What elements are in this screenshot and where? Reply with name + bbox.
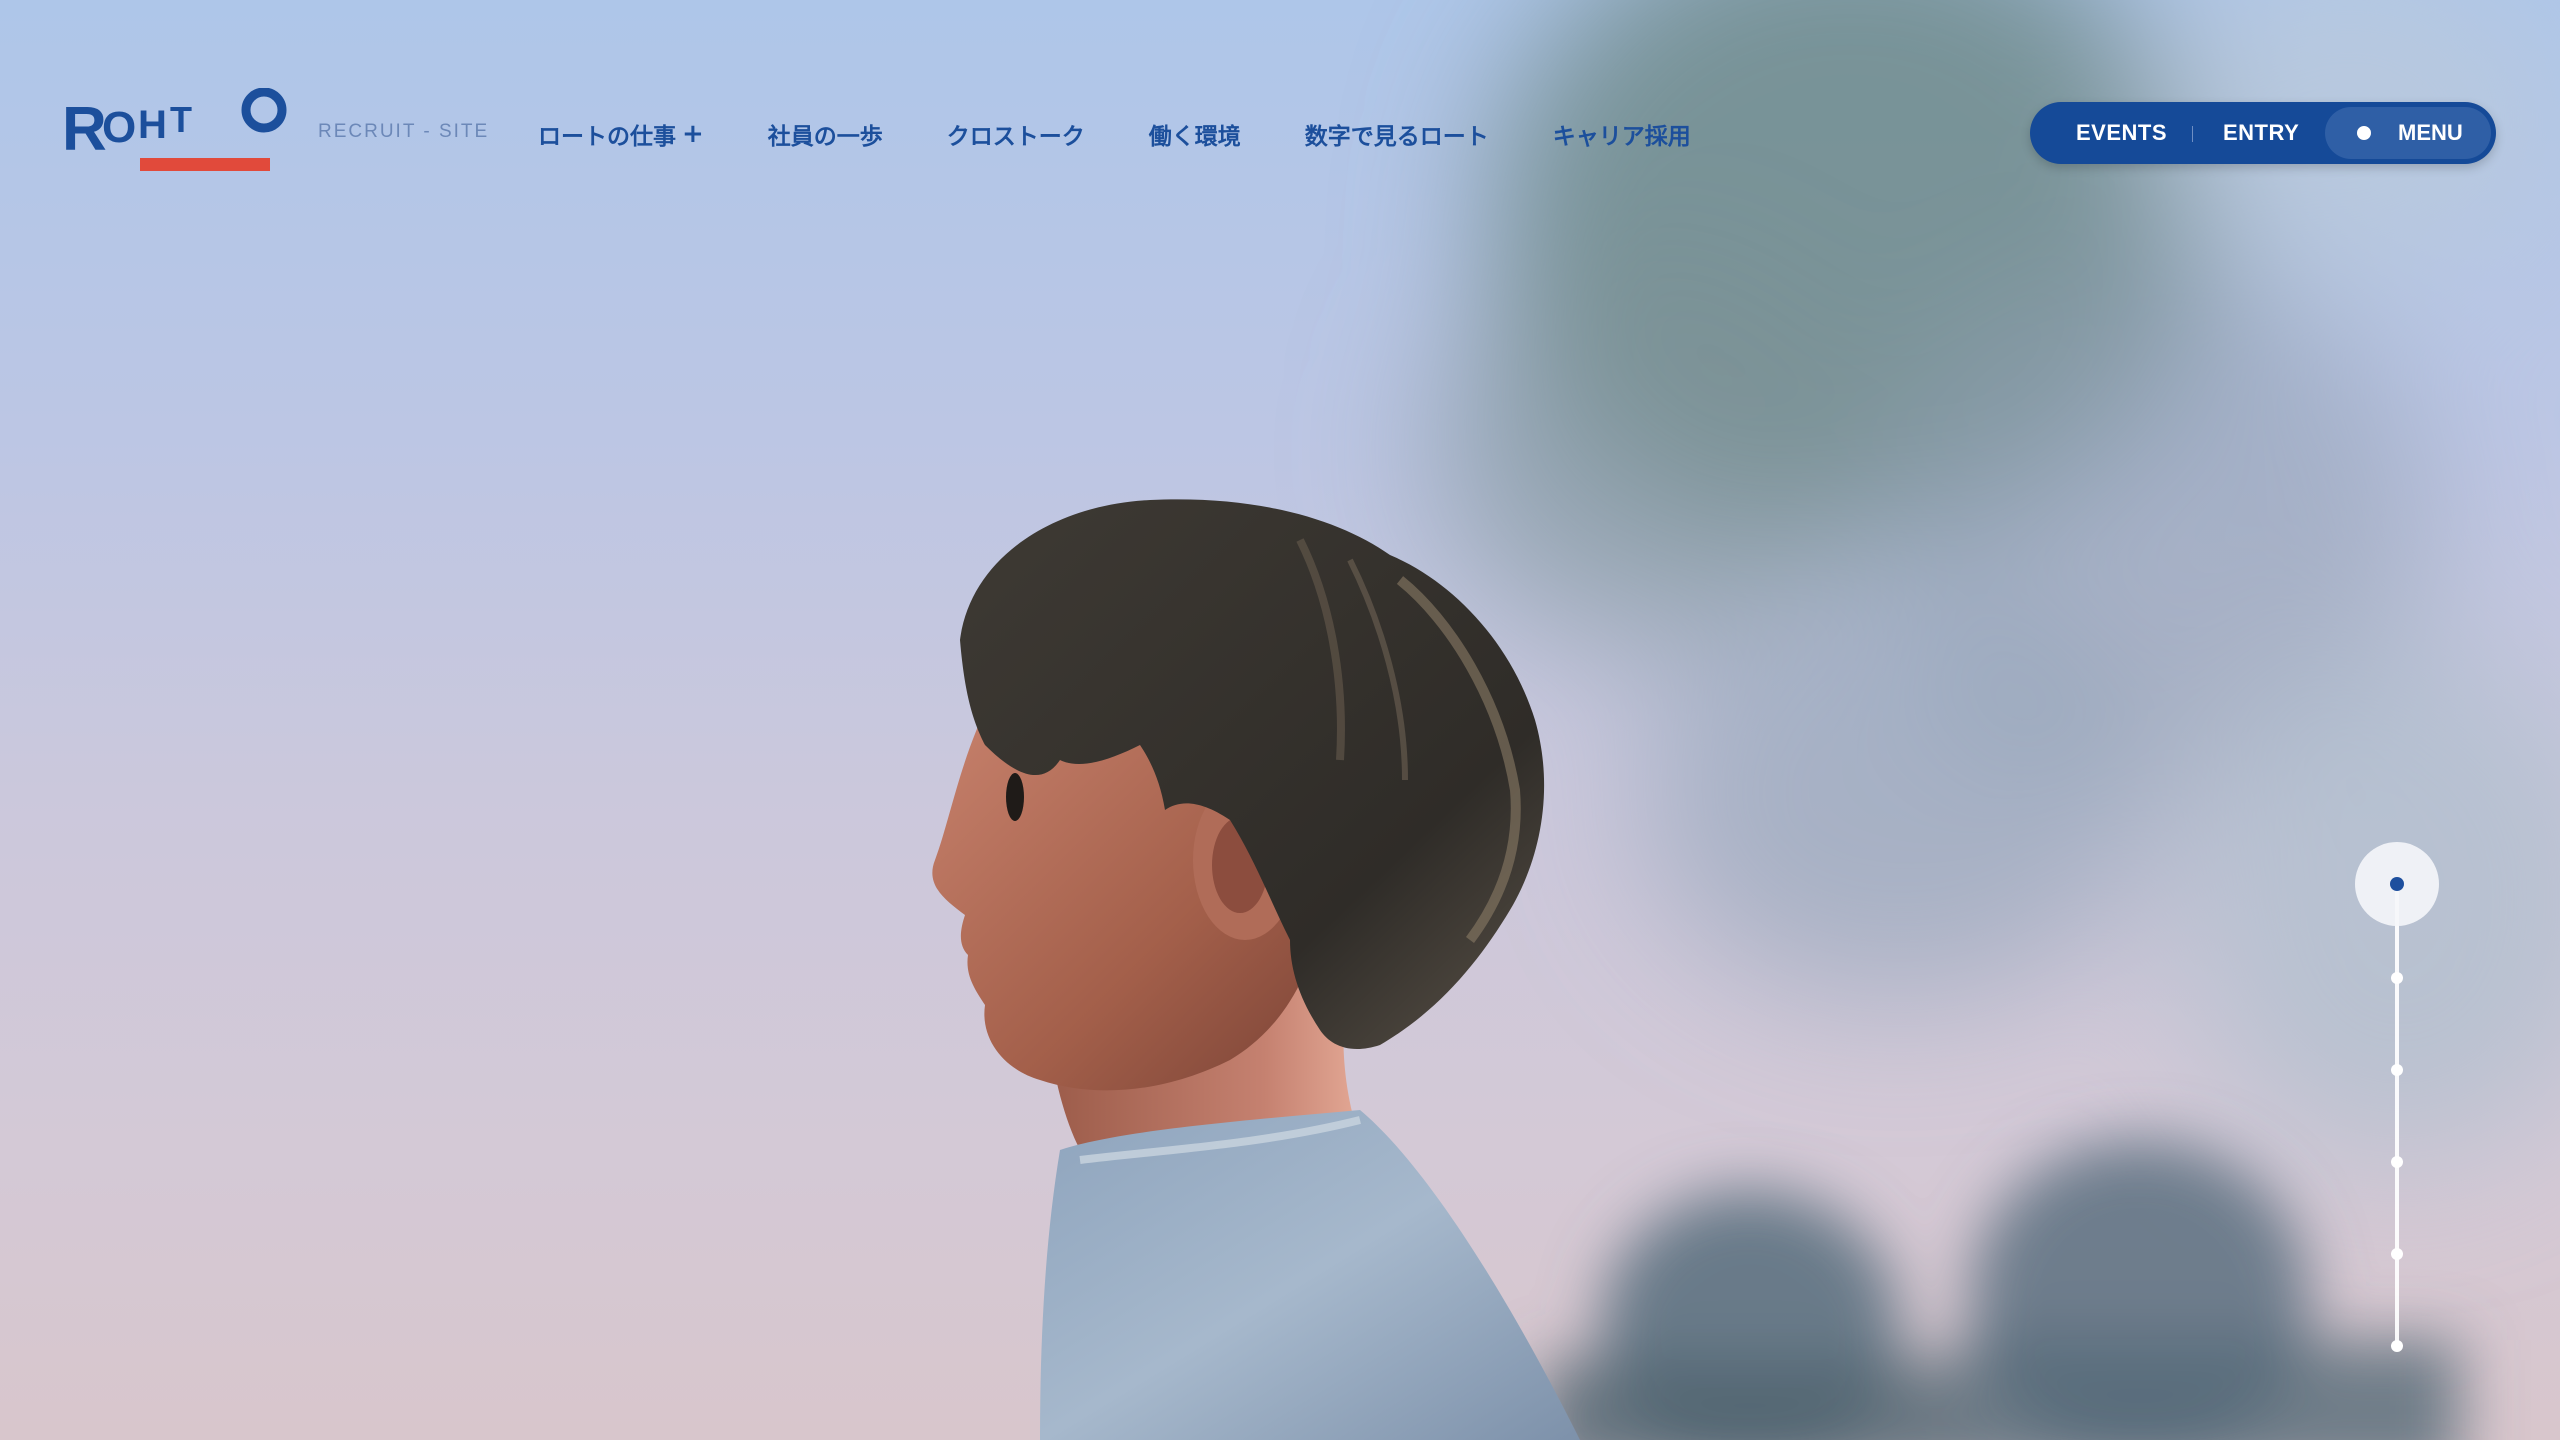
active-dot-icon: [2390, 877, 2404, 891]
nav-item-numbers[interactable]: 数字で見るロート: [1305, 117, 1489, 151]
svg-text:H: H: [138, 103, 167, 147]
indicator-track: [2395, 884, 2399, 1344]
nav-item-label: キャリア採用: [1552, 124, 1691, 150]
hero-visual: [0, 0, 2560, 1440]
slide-dot-3[interactable]: [2391, 1064, 2403, 1076]
menu-label: MENU: [2398, 120, 2463, 145]
slide-dot-active[interactable]: [2355, 842, 2439, 926]
slide-indicator: [2355, 842, 2439, 1362]
nav-item-rohto-work[interactable]: ロートの仕事 +: [538, 117, 704, 151]
nav-item-career-recruit[interactable]: キャリア採用: [1553, 117, 1691, 151]
svg-text:T: T: [170, 99, 192, 140]
hero-illustration: [932, 0, 2560, 1440]
dot-icon: [2357, 126, 2371, 140]
nav-item-cross-talk[interactable]: クロストーク: [947, 117, 1085, 151]
nav-item-label: ロートの仕事: [538, 124, 676, 150]
slide-dot-5[interactable]: [2391, 1248, 2403, 1260]
nav-item-employee-step[interactable]: 社員の一歩: [768, 117, 883, 151]
slide-dot-6[interactable]: [2391, 1340, 2403, 1352]
entry-button[interactable]: ENTRY: [2223, 120, 2299, 146]
recruit-site-label: RECRUIT - SITE: [318, 121, 490, 142]
svg-text:O: O: [102, 103, 136, 152]
rohto-logo[interactable]: R O H T: [62, 88, 294, 174]
header-actions: EVENTS ENTRY MENU: [2030, 102, 2496, 164]
nav-item-work-environment[interactable]: 働く環境: [1149, 117, 1241, 151]
nav-item-label: クロストーク: [946, 124, 1085, 150]
slide-dot-4[interactable]: [2391, 1156, 2403, 1168]
main-nav: ロートの仕事 + 社員の一歩 クロストーク 働く環境 数字で見るロート キャリア…: [538, 116, 1691, 152]
nav-item-label: 数字で見るロート: [1304, 124, 1489, 150]
menu-button[interactable]: MENU: [2325, 107, 2491, 159]
svg-text:R: R: [62, 95, 106, 164]
character: [932, 499, 1580, 1440]
slide-dot-2[interactable]: [2391, 972, 2403, 984]
plus-icon: +: [682, 119, 704, 149]
events-button[interactable]: EVENTS: [2076, 120, 2167, 146]
background-people: [1540, 1140, 2460, 1440]
divider: [2192, 126, 2193, 142]
nav-item-label: 働く環境: [1148, 124, 1241, 150]
nav-item-label: 社員の一歩: [767, 124, 883, 150]
